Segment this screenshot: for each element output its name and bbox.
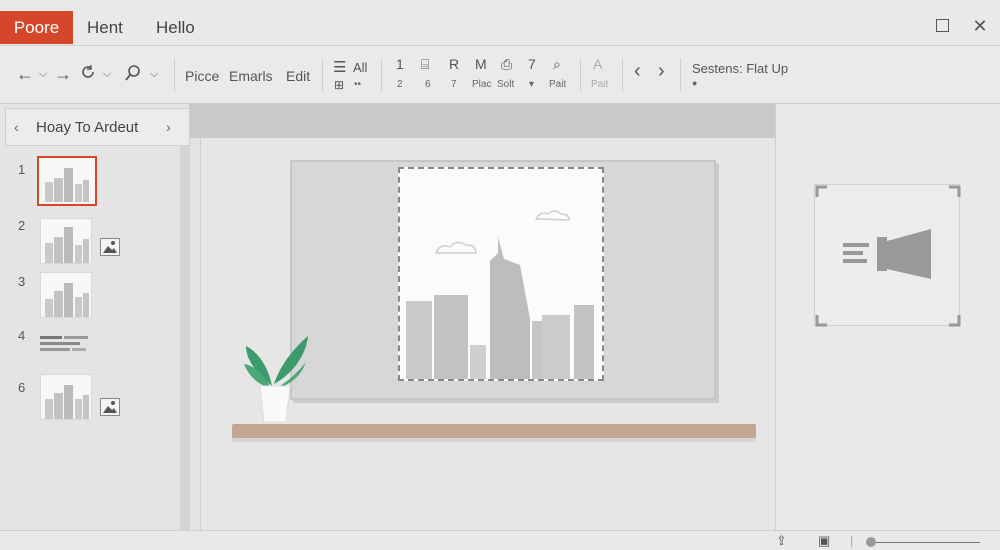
refresh-dropdown-icon[interactable]: ⌵ xyxy=(103,68,111,81)
tab-poore[interactable]: Poore xyxy=(0,11,73,44)
tool-frame-icon[interactable]: ⌸ xyxy=(421,56,429,73)
close-button[interactable]: ✕ xyxy=(968,14,992,38)
prev-icon[interactable]: ‹ xyxy=(634,60,641,83)
status-bar: ⇪ ▣ | xyxy=(0,530,1000,550)
tool-r[interactable]: R xyxy=(449,56,459,72)
tool-6-label: ▾ xyxy=(529,79,535,90)
slide-number: 4 xyxy=(18,328,26,343)
plant-decoration xyxy=(240,326,312,426)
slide-number: 2 xyxy=(18,218,26,233)
slide-thumbnail-4[interactable] xyxy=(40,334,90,356)
all-label[interactable]: All xyxy=(353,60,367,75)
forward-arrow-icon[interactable]: → xyxy=(54,64,72,85)
tool-4-label: Plac xyxy=(472,79,492,90)
back-arrow-icon[interactable]: ← xyxy=(16,64,34,85)
image-icon xyxy=(100,398,120,416)
preview-card[interactable] xyxy=(814,184,961,327)
slide-panel: ‹ Hoay To Ardeut › 1 2 3 4 6 xyxy=(0,104,190,530)
slide-panel-header: ‹ Hoay To Ardeut › xyxy=(5,108,190,146)
canvas-header-bar xyxy=(190,104,775,138)
slide-panel-scrollbar[interactable] xyxy=(180,146,190,530)
status-separator: | xyxy=(850,533,854,548)
ribbon-separator xyxy=(622,58,623,92)
presentation-app: Poore Hent Hello ✕ ← ⌵ → ⌵ ⌵ Picce Emarl… xyxy=(0,0,1000,550)
slide-thumbnail-3[interactable] xyxy=(40,272,92,318)
menu-emarls[interactable]: Emarls xyxy=(229,68,273,84)
tool-1-label: 2 xyxy=(397,79,403,90)
zoom-slider[interactable] xyxy=(876,542,980,543)
tool-paint-icon[interactable]: ⌕ xyxy=(553,56,561,73)
ribbon-separator xyxy=(174,58,175,92)
refresh-icon[interactable] xyxy=(80,64,96,83)
tool-3-label: 7 xyxy=(451,79,457,90)
tool-7[interactable]: 7 xyxy=(528,56,536,72)
ribbon-separator xyxy=(680,58,681,92)
view-icon[interactable]: ▣ xyxy=(818,533,830,549)
tool-faded[interactable]: A xyxy=(593,56,602,72)
chevron-left-icon[interactable]: ‹ xyxy=(14,119,19,135)
tool-7-label: Pait xyxy=(549,79,567,90)
search-icon[interactable] xyxy=(124,64,142,85)
chevron-right-icon[interactable]: › xyxy=(166,119,171,135)
ribbon-separator xyxy=(580,58,581,92)
slide-thumbnail-1[interactable] xyxy=(37,156,97,206)
shelf xyxy=(232,424,756,438)
session-status: Sestens: Flat Up xyxy=(692,61,789,76)
ribbon-separator xyxy=(381,58,382,92)
tool-5-label: Solt xyxy=(497,79,515,90)
tool-print-icon[interactable]: ⎙ xyxy=(501,56,512,73)
close-icon: ✕ xyxy=(972,16,988,36)
tool-m[interactable]: M xyxy=(475,56,487,72)
share-icon[interactable]: ⇪ xyxy=(776,533,787,549)
slide-thumbnail-5[interactable] xyxy=(40,374,92,420)
tab-hello[interactable]: Hello xyxy=(156,11,195,44)
grid-icon[interactable]: ⊞ xyxy=(334,78,344,92)
title-bar: Poore Hent Hello ✕ xyxy=(0,0,1000,46)
menu-edit[interactable]: Edit xyxy=(286,68,310,84)
list-icon[interactable]: ☰ xyxy=(333,58,346,76)
next-icon[interactable]: › xyxy=(658,60,665,83)
tool-faded-label: Pait xyxy=(591,79,609,90)
maximize-button[interactable] xyxy=(930,14,954,38)
zoom-slider-knob[interactable] xyxy=(866,537,876,547)
all-sublabel: •• xyxy=(354,79,362,90)
back-dropdown-icon[interactable]: ⌵ xyxy=(39,68,47,81)
session-dot-icon: ● xyxy=(692,78,698,88)
ribbon-separator xyxy=(322,58,323,92)
tool-1[interactable]: 1 xyxy=(396,56,404,72)
image-icon xyxy=(100,238,120,256)
ribbon-toolbar: ← ⌵ → ⌵ ⌵ Picce Emarls Edit ☰ All ⊞ •• 1… xyxy=(0,46,1000,104)
megaphone-icon xyxy=(843,229,931,279)
slide-number: 3 xyxy=(18,274,26,289)
city-poster-image[interactable] xyxy=(398,167,604,381)
tool-2-label: 6 xyxy=(425,79,431,90)
slide-number: 6 xyxy=(18,380,26,395)
menu-picce[interactable]: Picce xyxy=(185,68,219,84)
search-dropdown-icon[interactable]: ⌵ xyxy=(150,68,158,81)
maximize-icon xyxy=(935,19,949,32)
tab-hent[interactable]: Hent xyxy=(87,11,123,44)
slide-panel-title: Hoay To Ardeut xyxy=(36,119,139,136)
slide-thumbnail-2[interactable] xyxy=(40,218,92,264)
slide-number: 1 xyxy=(18,162,26,177)
